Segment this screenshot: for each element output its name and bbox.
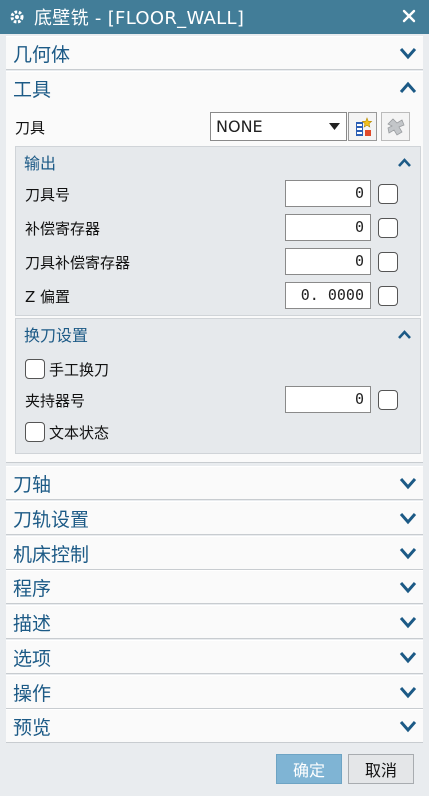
chevron-down-icon [399, 582, 417, 594]
section-options-title: 选项 [13, 647, 52, 670]
adjust-register-field[interactable]: 0 [285, 214, 371, 241]
section-machine-control-header[interactable]: 机床控制 [6, 537, 423, 569]
tool-change-group-title: 换刀设置 [24, 326, 89, 345]
text-status-checkbox[interactable] [25, 422, 45, 442]
chevron-down-icon [399, 687, 417, 699]
section-program-title: 程序 [13, 577, 52, 600]
tool-select-value: NONE [216, 117, 263, 136]
new-tool-button[interactable] [348, 112, 377, 141]
tool-number-label: 刀具号 [25, 186, 71, 204]
output-group: 输出 刀具号 0 补偿寄存器 0 刀具补偿寄存器 0 Z 偏置 0. 0000 [15, 146, 421, 316]
z-offset-field[interactable]: 0. 0000 [285, 282, 371, 309]
section-actions-title: 操作 [13, 682, 52, 705]
section-description: 描述 [6, 605, 423, 639]
section-actions: 操作 [6, 675, 423, 709]
section-machine-control: 机床控制 [6, 536, 423, 570]
gear-icon[interactable] [9, 9, 25, 25]
cutcom-register-field[interactable]: 0 [285, 248, 371, 275]
holder-number-checkbox[interactable] [378, 390, 398, 410]
section-preview-title: 预览 [13, 716, 52, 739]
new-tool-icon [356, 117, 373, 136]
section-tool: 工具 刀具 NONE 输出 刀具号 0 补偿寄存器 0 刀具补偿寄存器 0 Z … [6, 71, 423, 463]
chevron-down-icon [399, 48, 417, 60]
chevron-up-icon [398, 157, 411, 167]
section-description-header[interactable]: 描述 [6, 606, 423, 638]
window-title: 底壁铣 - [FLOOR_WALL] [34, 8, 245, 29]
section-tool-axis: 刀轴 [6, 466, 423, 500]
section-description-title: 描述 [13, 612, 52, 635]
section-path-settings-header[interactable]: 刀轨设置 [6, 502, 423, 534]
chevron-down-icon [399, 721, 417, 733]
holder-number-field[interactable]: 0 [285, 386, 371, 413]
manual-change-label: 手工换刀 [49, 361, 110, 379]
manual-change-checkbox[interactable] [25, 359, 45, 379]
section-program-header[interactable]: 程序 [6, 571, 423, 603]
output-group-header[interactable]: 输出 [16, 147, 420, 177]
z-offset-checkbox[interactable] [378, 286, 398, 306]
cancel-button[interactable]: 取消 [348, 754, 414, 784]
tool-change-group: 换刀设置 手工换刀 夹持器号 0 文本状态 [15, 318, 421, 454]
section-options-header[interactable]: 选项 [6, 641, 423, 673]
output-group-title: 输出 [24, 154, 57, 173]
chevron-down-icon [399, 617, 417, 629]
section-geometry-header[interactable]: 几何体 [6, 37, 423, 69]
section-preview: 预览 [6, 709, 423, 743]
chevron-up-icon [398, 329, 411, 339]
section-program: 程序 [6, 570, 423, 604]
title-bar: 底壁铣 - [FLOOR_WALL] [0, 0, 429, 34]
adjust-register-label: 补偿寄存器 [25, 220, 101, 238]
tool-number-checkbox[interactable] [378, 184, 398, 204]
holder-number-label: 夹持器号 [25, 392, 86, 410]
section-options: 选项 [6, 640, 423, 674]
section-tool-title: 工具 [13, 78, 52, 101]
ok-button[interactable]: 确定 [276, 754, 342, 784]
dropdown-arrow-icon [329, 123, 340, 130]
section-machine-control-title: 机床控制 [13, 543, 90, 566]
edit-tool-icon [387, 118, 405, 136]
chevron-down-icon [399, 652, 417, 664]
tool-number-field[interactable]: 0 [285, 180, 371, 207]
section-tool-axis-title: 刀轴 [13, 473, 52, 496]
tool-select[interactable]: NONE [210, 112, 347, 141]
cutcom-register-label: 刀具补偿寄存器 [25, 254, 131, 272]
chevron-down-icon [399, 548, 417, 560]
tool-change-group-header[interactable]: 换刀设置 [16, 319, 420, 349]
close-icon[interactable] [401, 8, 417, 24]
section-geometry-title: 几何体 [13, 43, 71, 66]
z-offset-label: Z 偏置 [25, 288, 71, 306]
chevron-up-icon [399, 81, 417, 93]
cutcom-register-checkbox[interactable] [378, 252, 398, 272]
section-tool-header[interactable]: 工具 [6, 72, 423, 104]
section-path-settings-title: 刀轨设置 [13, 508, 90, 531]
chevron-down-icon [399, 513, 417, 525]
section-actions-header[interactable]: 操作 [6, 676, 423, 708]
section-path-settings: 刀轨设置 [6, 501, 423, 535]
tool-label: 刀具 [15, 119, 46, 137]
chevron-down-icon [399, 478, 417, 490]
adjust-register-checkbox[interactable] [378, 218, 398, 238]
section-preview-header[interactable]: 预览 [6, 710, 423, 742]
edit-tool-button[interactable] [381, 112, 410, 141]
text-status-label: 文本状态 [49, 424, 110, 442]
section-geometry: 几何体 [6, 36, 423, 70]
section-tool-axis-header[interactable]: 刀轴 [6, 467, 423, 499]
